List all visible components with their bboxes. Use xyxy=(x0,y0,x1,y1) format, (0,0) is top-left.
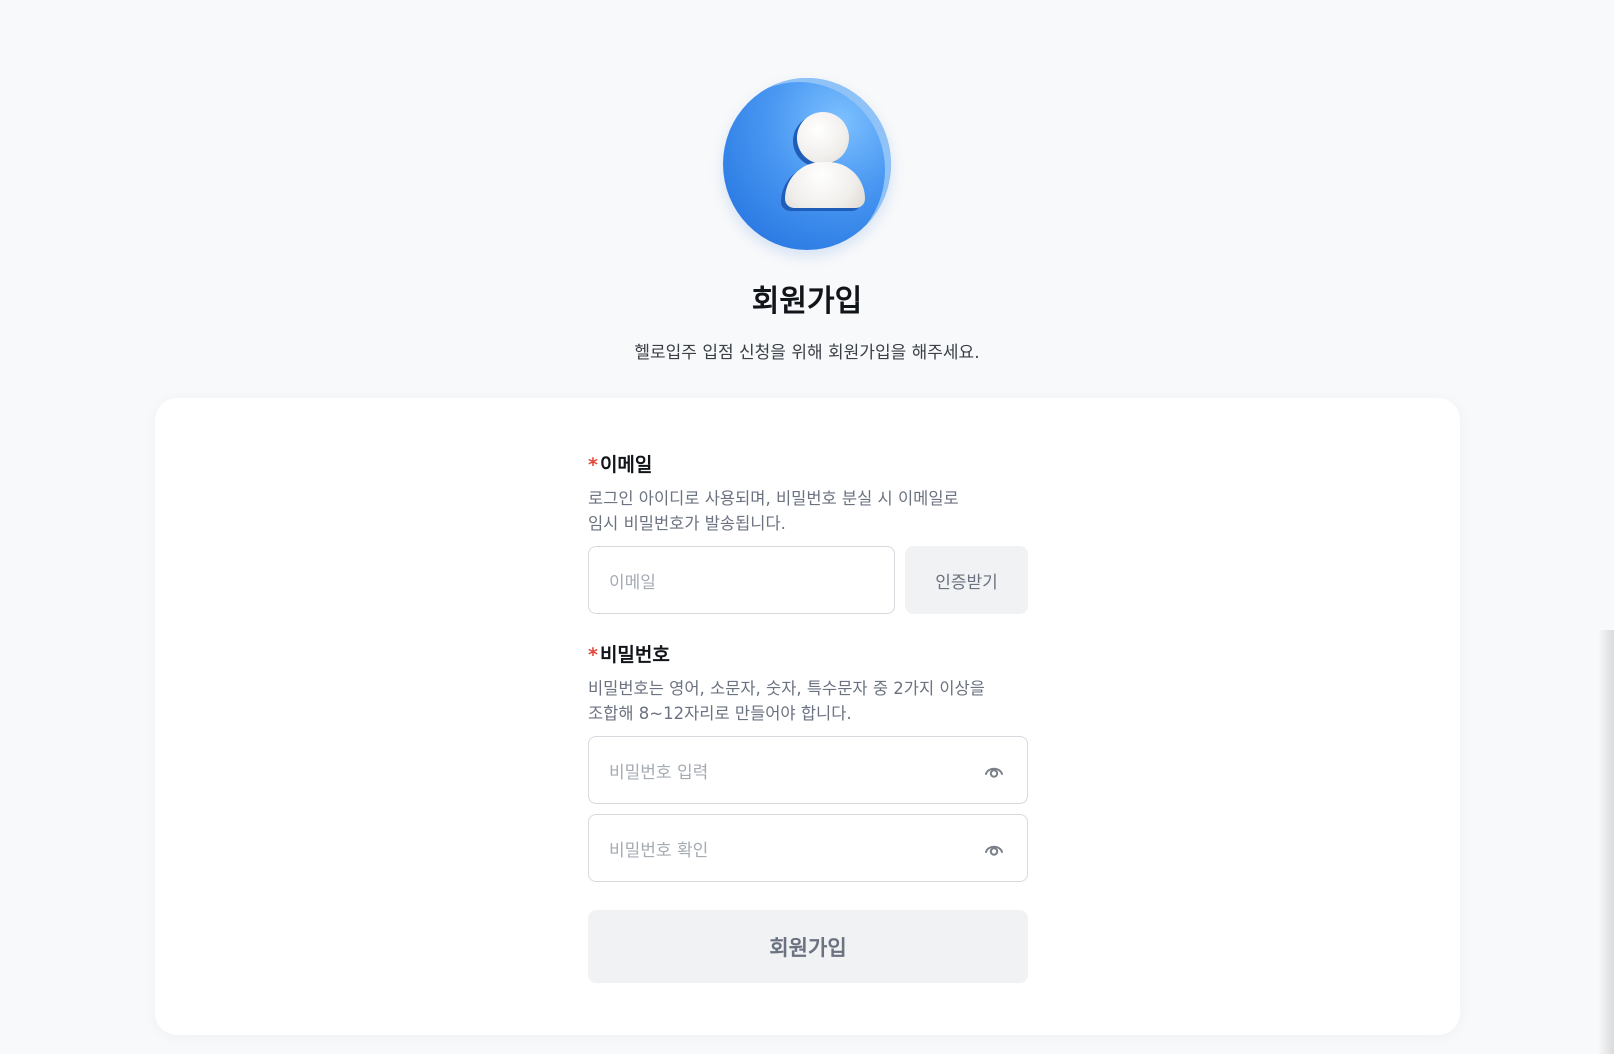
password-description: 비밀번호는 영어, 소문자, 숫자, 특수문자 중 2가지 이상을 조합해 8~… xyxy=(588,676,1028,726)
password-section: * 비밀번호 비밀번호는 영어, 소문자, 숫자, 특수문자 중 2가지 이상을 … xyxy=(588,642,1028,882)
required-mark: * xyxy=(588,644,598,666)
password-confirm-input[interactable]: 비밀번호 확인 xyxy=(588,814,1028,882)
user-avatar-icon xyxy=(723,78,891,250)
page-subtitle: 헬로입주 입점 신청을 위해 회원가입을 해주세요. xyxy=(634,343,980,363)
avatar-head xyxy=(797,112,849,164)
signup-form: * 이메일 로그인 아이디로 사용되며, 비밀번호 분실 시 이메일로 임시 비밀… xyxy=(588,452,1028,983)
password-description-line1: 비밀번호는 영어, 소문자, 숫자, 특수문자 중 2가지 이상을 xyxy=(588,679,985,698)
eye-icon[interactable] xyxy=(983,839,1005,859)
email-label-text: 이메일 xyxy=(599,454,653,476)
avatar-body xyxy=(785,162,865,208)
email-label: * 이메일 xyxy=(588,452,1028,478)
password-confirm-placeholder: 비밀번호 확인 xyxy=(609,840,709,861)
password-input[interactable]: 비밀번호 입력 xyxy=(588,736,1028,804)
eye-icon[interactable] xyxy=(983,761,1005,781)
email-description-line1: 로그인 아이디로 사용되며, 비밀번호 분실 시 이메일로 xyxy=(588,489,959,508)
password-label-text: 비밀번호 xyxy=(599,644,670,666)
email-row: 이메일 인증받기 xyxy=(588,546,1028,614)
signup-button[interactable]: 회원가입 xyxy=(588,910,1028,983)
password-description-line2: 조합해 8~12자리로 만들어야 합니다. xyxy=(588,704,852,723)
email-placeholder: 이메일 xyxy=(609,572,656,593)
verify-button[interactable]: 인증받기 xyxy=(905,546,1028,614)
password-label: * 비밀번호 xyxy=(588,642,1028,668)
password-placeholder: 비밀번호 입력 xyxy=(609,762,709,783)
side-panel-shadow xyxy=(1598,630,1614,1054)
required-mark: * xyxy=(588,454,598,476)
email-description-line2: 임시 비밀번호가 발송됩니다. xyxy=(588,514,786,533)
page-title: 회원가입 xyxy=(751,284,863,319)
email-description: 로그인 아이디로 사용되며, 비밀번호 분실 시 이메일로 임시 비밀번호가 발… xyxy=(588,486,1028,536)
email-input[interactable]: 이메일 xyxy=(588,546,895,614)
